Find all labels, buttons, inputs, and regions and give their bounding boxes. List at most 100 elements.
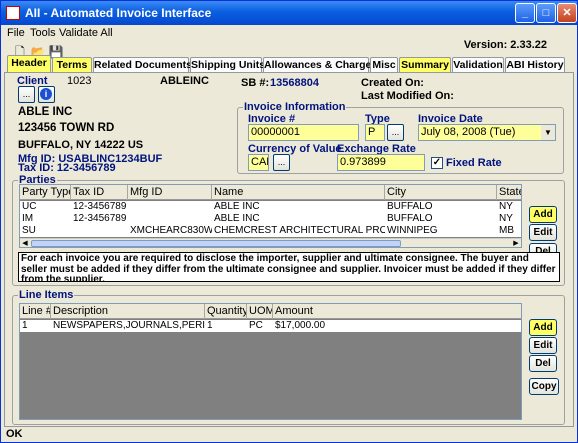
info-icon: i	[40, 88, 52, 100]
tab-header[interactable]: Header	[7, 55, 51, 73]
type-lookup-button[interactable]: ...	[387, 124, 404, 141]
table-row[interactable]: 1 NEWSPAPERS,JOURNALS,PERIODICAL 1 PC $1…	[20, 320, 521, 332]
cell-tax-id: 12-3456789	[73, 201, 127, 212]
created-on-label: Created On:	[361, 77, 424, 89]
cell-party-type: IM	[22, 213, 34, 224]
tab-shipping-units[interactable]: Shipping Units	[190, 57, 265, 73]
line-items-group: Line Items Line # Description Quantity U…	[12, 289, 565, 425]
app-icon	[6, 6, 20, 20]
cell-name: CHEMCREST ARCHITECTURAL PRODUCTS	[214, 225, 385, 236]
header-tab-page: Client 1023 ABLEINC ... i ABLE INC 12345…	[4, 72, 574, 427]
type-field[interactable]: P	[365, 124, 385, 141]
status-bar: OK	[6, 428, 23, 440]
minimize-button[interactable]: _	[515, 3, 535, 23]
cell-city: WINNIPEG	[387, 225, 438, 236]
cell-state: MB	[499, 225, 514, 236]
exchange-rate-field[interactable]: 0.973899	[337, 154, 425, 171]
col-party-type[interactable]: Party Type	[20, 185, 71, 200]
line-items-grid-header: Line # Description Quantity UOM Amount	[20, 304, 521, 319]
parties-instructions: For each invoice you are required to dis…	[18, 252, 560, 282]
table-row[interactable]: IM 12-3456789 ABLE INC BUFFALO NY	[20, 213, 521, 225]
tab-summary[interactable]: Summary	[399, 57, 451, 73]
col-quantity[interactable]: Quantity	[205, 304, 247, 319]
invoice-date-field[interactable]: July 08, 2008 (Tue) ▼	[418, 124, 556, 141]
client-number: 1023	[67, 75, 92, 87]
horizontal-scrollbar[interactable]: ◀ ▶	[20, 238, 521, 247]
invoice-information-title: Invoice Information	[243, 101, 347, 113]
tab-abi-history[interactable]: ABI History	[505, 57, 565, 73]
cell-mfg-id	[128, 201, 212, 213]
cell-name: ABLE INC	[214, 213, 260, 224]
cell-mfg-id: XMCHEARC830WIN	[130, 225, 212, 236]
menu-file[interactable]: File	[7, 27, 25, 39]
line-items-edit-button[interactable]: Edit	[529, 337, 557, 354]
parties-edit-button[interactable]: Edit	[529, 224, 557, 241]
last-modified-label: Last Modified On:	[361, 90, 454, 102]
line-items-copy-button[interactable]: Copy	[529, 378, 559, 395]
version-label: Version: 2.33.22	[463, 39, 547, 51]
fixed-rate-label: Fixed Rate	[446, 157, 502, 169]
client-city-line: BUFFALO, NY 14222 US	[18, 139, 144, 151]
tab-misc[interactable]: Misc	[370, 57, 398, 73]
client-address: 123456 TOWN RD	[18, 122, 115, 134]
cell-state: NY	[499, 201, 513, 212]
cell-city: BUFFALO	[387, 213, 433, 224]
col-tax-id[interactable]: Tax ID	[71, 185, 128, 200]
window-title: AII - Automated Invoice Interface	[25, 6, 212, 20]
application-window: AII - Automated Invoice Interface _ □ ✕ …	[0, 0, 578, 443]
tab-validation[interactable]: Validation	[452, 57, 504, 73]
invoice-date-value: July 08, 2008 (Tue)	[421, 126, 516, 138]
close-button[interactable]: ✕	[557, 3, 577, 23]
fixed-rate-checkbox[interactable]: ✓	[431, 157, 443, 169]
table-row[interactable]: UC 12-3456789 ABLE INC BUFFALO NY	[20, 201, 521, 213]
scroll-left-icon[interactable]: ◀	[20, 239, 30, 247]
chevron-down-icon[interactable]: ▼	[541, 125, 555, 140]
col-state[interactable]: State	[497, 185, 521, 200]
maximize-button[interactable]: □	[536, 3, 556, 23]
line-items-del-button[interactable]: Del	[529, 355, 557, 372]
line-items-grid[interactable]: Line # Description Quantity UOM Amount 1…	[19, 303, 522, 420]
client-lookup-button[interactable]: ...	[18, 86, 35, 103]
invoice-number-field[interactable]: 00000001	[248, 124, 359, 141]
parties-group: Parties Party Type Tax ID Mfg ID Name Ci…	[12, 174, 565, 286]
cell-mfg-id	[128, 213, 212, 225]
cell-description: NEWSPAPERS,JOURNALS,PERIODICAL	[53, 320, 205, 331]
cell-party-type: UC	[22, 201, 37, 212]
menu-validate-all[interactable]: Validate All	[59, 27, 113, 39]
parties-grid[interactable]: Party Type Tax ID Mfg ID Name City State…	[19, 184, 522, 248]
cell-name: ABLE INC	[214, 201, 260, 212]
tab-related-documents[interactable]: Related Documents	[93, 57, 192, 73]
client-tax-id: Tax ID: 12-3456789	[18, 162, 116, 174]
client-info-button[interactable]: i	[38, 86, 55, 103]
parties-add-button[interactable]: Add	[529, 206, 557, 223]
line-items-add-button[interactable]: Add	[529, 319, 557, 336]
line-items-title: Line Items	[18, 289, 75, 301]
scroll-thumb[interactable]	[31, 240, 401, 247]
sb-number: 13568804	[270, 77, 319, 89]
cell-uom: PC	[249, 320, 263, 331]
scroll-right-icon[interactable]: ▶	[511, 239, 521, 247]
cell-party-type: SU	[22, 225, 36, 236]
cell-quantity: 1	[207, 320, 213, 331]
col-description[interactable]: Description	[51, 304, 205, 319]
tab-terms[interactable]: Terms	[52, 57, 92, 73]
tab-allowances-charges[interactable]: Allowances & Charges	[263, 57, 377, 73]
cell-tax-id: 12-3456789	[73, 213, 127, 224]
col-line-number[interactable]: Line #	[20, 304, 51, 319]
client-name: ABLE INC	[18, 106, 73, 118]
col-name[interactable]: Name	[212, 185, 385, 200]
table-row[interactable]: SU XMCHEARC830WIN CHEMCREST ARCHITECTURA…	[20, 225, 521, 237]
sb-label: SB #:	[241, 77, 270, 89]
col-amount[interactable]: Amount	[273, 304, 521, 319]
menu-tools[interactable]: Tools	[30, 27, 56, 39]
cell-state: NY	[499, 213, 513, 224]
cell-city: BUFFALO	[387, 201, 433, 212]
cell-amount: $17,000.00	[275, 320, 326, 331]
currency-field[interactable]: CAD	[248, 154, 269, 171]
col-mfg-id[interactable]: Mfg ID	[128, 185, 212, 200]
invoice-information-group: Invoice Information Invoice # 00000001 T…	[237, 101, 564, 174]
title-bar: AII - Automated Invoice Interface _ □ ✕	[1, 1, 577, 25]
col-uom[interactable]: UOM	[247, 304, 273, 319]
col-city[interactable]: City	[385, 185, 497, 200]
currency-lookup-button[interactable]: ...	[273, 154, 290, 171]
